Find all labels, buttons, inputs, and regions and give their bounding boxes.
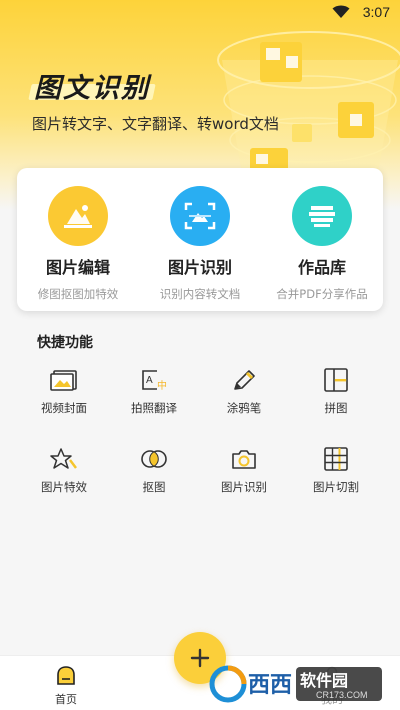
quick-video-cover[interactable]: 视频封面: [19, 366, 109, 416]
quick-cutout[interactable]: 抠图: [109, 445, 199, 495]
svg-text:A: A: [146, 375, 153, 386]
quick-label: 图片特效: [41, 480, 87, 494]
feature-desc: 识别内容转文档: [159, 287, 241, 301]
feature-title: 图片识别: [167, 258, 232, 277]
quick-image-split[interactable]: 图片切割: [291, 445, 381, 495]
stack-layers-icon: [292, 186, 352, 246]
quick-label: 图片切割: [313, 480, 359, 494]
star-effect-icon: [19, 445, 109, 473]
quick-label: 抠图: [142, 480, 166, 494]
quick-label: 图片识别: [221, 480, 267, 494]
home-icon: [57, 666, 75, 685]
feature-image-edit[interactable]: 图片编辑 修图抠图加特效: [17, 186, 139, 302]
feature-desc: 合并PDF分享作品: [276, 287, 368, 301]
photo-translate-icon: A 中: [109, 366, 199, 394]
cutout-icon: [109, 445, 199, 473]
feature-desc: 修图抠图加特效: [37, 287, 119, 301]
quick-photo-translate[interactable]: A 中 拍照翻译: [109, 366, 199, 416]
svg-text:软件园: 软件园: [300, 671, 348, 690]
feature-works-library[interactable]: 作品库 合并PDF分享作品: [261, 186, 383, 302]
grid-cut-icon: [291, 445, 381, 473]
svg-text:西西: 西西: [248, 673, 292, 698]
quick-label: 视频封面: [41, 401, 87, 415]
svg-text:CR173.COM: CR173.COM: [316, 690, 368, 700]
quick-doodle-pen[interactable]: 涂鸦笔: [199, 366, 289, 416]
svg-text:中: 中: [157, 379, 167, 392]
feature-title: 作品库: [297, 258, 346, 277]
tab-home-label: 首页: [55, 693, 77, 706]
logo-text: 图文识别: [34, 73, 150, 104]
pencil-icon: [199, 366, 289, 394]
quick-functions-title: 快捷功能: [37, 335, 93, 351]
quick-collage[interactable]: 拼图: [291, 366, 381, 416]
quick-image-effects[interactable]: 图片特效: [19, 445, 109, 495]
main-features-card: 图片编辑 修图抠图加特效 图片识别 识别内容转文档 作品库 合并PDF分享作品: [17, 168, 383, 311]
tab-home[interactable]: 首页: [36, 664, 96, 707]
camera-icon: [199, 445, 289, 473]
quick-image-recognize[interactable]: 图片识别: [199, 445, 289, 495]
collage-icon: [291, 366, 381, 394]
feature-title: 图片编辑: [45, 258, 110, 277]
hero-subtitle: 图片转文字、文字翻译、转word文档: [32, 115, 279, 133]
quick-label: 涂鸦笔: [226, 401, 262, 415]
status-time: 3:07: [362, 4, 390, 20]
scan-image-icon: [170, 186, 230, 246]
app-logo: 图文识别: [28, 66, 158, 104]
watermark-logo: 西西 软件园 CR173.COM: [209, 665, 382, 703]
quick-label: 拍照翻译: [131, 401, 177, 415]
wifi-icon: [332, 5, 350, 18]
video-cover-icon: [19, 366, 109, 394]
mountain-photo-icon: [48, 186, 108, 246]
feature-image-recognize[interactable]: 图片识别 识别内容转文档: [139, 186, 261, 302]
quick-label: 拼图: [324, 401, 348, 415]
